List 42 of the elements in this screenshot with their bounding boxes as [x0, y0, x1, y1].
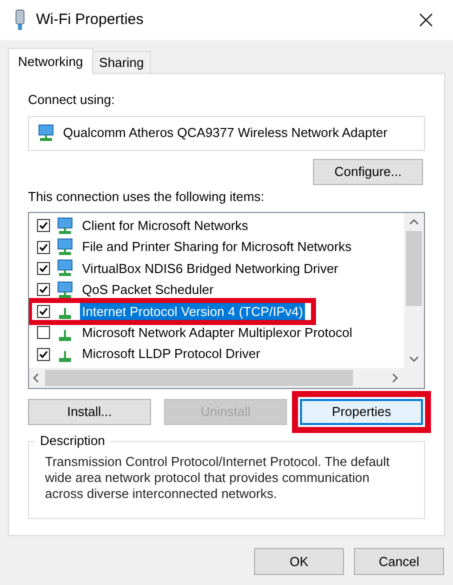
checkbox[interactable]	[37, 304, 50, 318]
scroll-up-icon[interactable]	[409, 219, 419, 225]
list-item[interactable]: Microsoft Network Adapter Multiplexor Protocol	[80, 322, 354, 342]
checkbox[interactable]	[37, 348, 50, 361]
scroll-down-icon[interactable]	[409, 356, 419, 362]
configure-button[interactable]: Configure...	[313, 158, 423, 184]
dialog-button[interactable]: Cancel	[354, 548, 444, 575]
tab[interactable]: Networking	[8, 48, 94, 74]
vertical-scrollbar[interactable]	[404, 213, 424, 368]
checkbox[interactable]	[37, 283, 50, 296]
tab[interactable]: Sharing	[93, 51, 151, 73]
network-icon	[59, 351, 71, 362]
connect-using-label: Connect using:	[28, 91, 116, 109]
window-title: Wi-Fi Properties	[36, 10, 145, 30]
action-button[interactable]: Install...	[28, 399, 151, 425]
horizontal-scrollbar[interactable]	[29, 368, 424, 388]
checkbox[interactable]	[37, 262, 50, 275]
list-item[interactable]: Microsoft LLDP Protocol Driver	[80, 344, 262, 364]
scroll-left-icon[interactable]	[33, 373, 39, 383]
checkbox[interactable]	[37, 326, 50, 340]
checkbox[interactable]	[37, 240, 50, 254]
monitor-icon	[56, 238, 74, 256]
description-text: Transmission Control Protocol/Internet Protocol. The default wide area network protocol that provides communication across diverse interconnected networks.	[45, 454, 391, 502]
list-item[interactable]: VirtualBox NDIS6 Bridged Networking Driver	[80, 258, 340, 278]
list-item[interactable]: QoS Packet Scheduler	[80, 280, 216, 300]
checkbox[interactable]	[37, 219, 50, 232]
monitor-icon	[56, 259, 74, 278]
adapter-field: Qualcomm Atheros QCA9377 Wireless Network Adapter	[28, 116, 425, 150]
description-title: Description	[35, 433, 110, 449]
wifi-adapter-icon	[14, 9, 26, 31]
scroll-right-icon[interactable]	[392, 373, 398, 383]
monitor-icon	[56, 216, 74, 235]
monitor-icon	[56, 280, 74, 299]
network-icon	[59, 308, 71, 320]
action-button[interactable]: Properties	[300, 399, 423, 425]
close-icon[interactable]	[419, 13, 433, 27]
list-item[interactable]: Client for Microsoft Networks	[80, 216, 250, 236]
items-label: This connection uses the following items:	[28, 188, 266, 206]
list-item[interactable]: File and Printer Sharing for Microsoft Networks	[80, 237, 354, 257]
network-adapter-icon	[37, 124, 55, 142]
network-icon	[59, 330, 71, 341]
dialog-button[interactable]: OK	[254, 548, 344, 575]
